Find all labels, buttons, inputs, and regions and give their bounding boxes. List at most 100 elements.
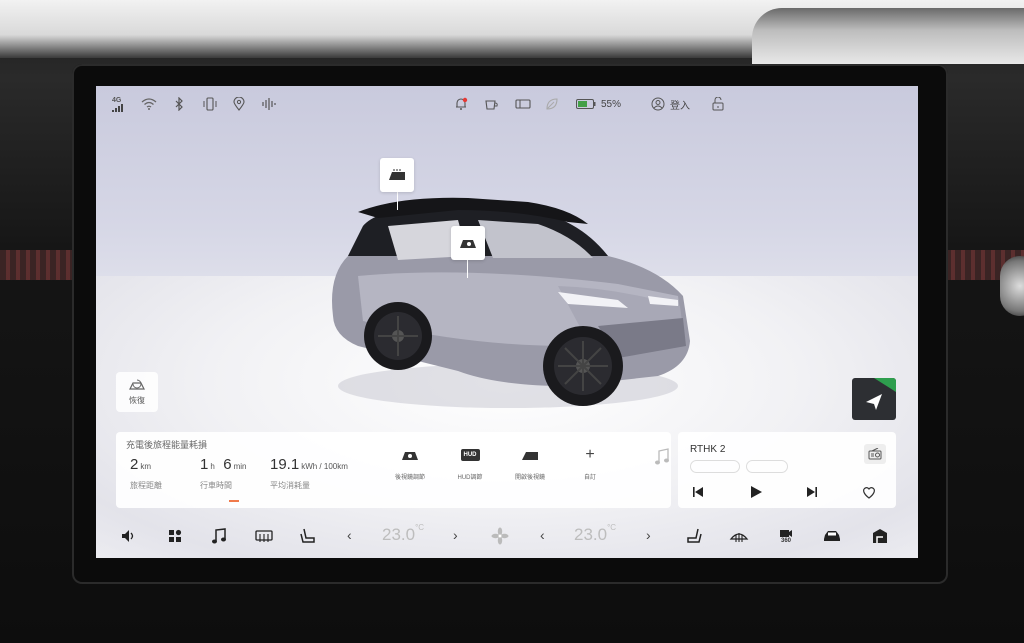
play-icon	[751, 486, 762, 498]
media-tag-pill[interactable]	[690, 460, 740, 473]
previous-icon	[693, 487, 703, 497]
fan-icon[interactable]	[490, 527, 510, 545]
location-icon[interactable]	[233, 96, 245, 112]
consumption-value: 19.1	[270, 456, 300, 473]
passenger-temp-increase[interactable]: ›	[646, 527, 651, 543]
notification-bell-icon[interactable]	[454, 96, 468, 112]
user-icon	[651, 97, 665, 111]
consumption-label: 平均消耗量	[270, 481, 310, 490]
passenger-temp[interactable]: 23.0°C	[574, 523, 617, 545]
trip-title: 充電後旅程能量耗損	[126, 440, 208, 450]
trip-consumption: 19.1 kWh / 100km 平均消耗量	[270, 456, 348, 491]
camera-360-label: 360	[780, 537, 791, 544]
duration-minutes-unit: min	[233, 462, 247, 471]
distance-value: 2	[130, 456, 139, 473]
mirror-fold-icon	[522, 452, 538, 460]
media-card: RTHK 2	[678, 432, 896, 508]
driver-temp-decrease[interactable]: ‹	[347, 527, 352, 543]
trip-duration: 1h 6 min 行車時間	[200, 456, 246, 491]
dashboard-panel	[752, 8, 1024, 64]
custom-label: 自訂	[583, 475, 596, 481]
passenger-temp-unit: °C	[607, 523, 617, 532]
custom-button[interactable]: + 自訂	[560, 446, 620, 481]
seat-heat-right-icon[interactable]	[684, 527, 704, 545]
radio-source-button[interactable]	[864, 444, 886, 464]
dashboard-knob	[1000, 256, 1024, 316]
heart-icon	[863, 486, 875, 499]
volume-icon[interactable]	[120, 527, 138, 545]
next-button[interactable]	[804, 484, 820, 500]
passenger-temp-value: 23.0	[574, 525, 608, 544]
radio-icon	[868, 448, 882, 460]
login-label: 登入	[670, 100, 690, 112]
trip-info-card: 充電後旅程能量耗損 2 km 旅程距離 1h 6 min 行車時間 19.1 kWh …	[116, 432, 671, 508]
leaf-icon[interactable]	[545, 96, 559, 112]
tag-connector	[467, 260, 468, 278]
passenger-temp-decrease[interactable]: ‹	[540, 527, 545, 543]
battery-percent: 55%	[601, 98, 622, 110]
network-type: 4G	[112, 96, 122, 104]
front-defrost-icon[interactable]	[728, 527, 750, 545]
car-reset-icon	[129, 379, 145, 390]
hud-icon: HUD	[460, 449, 480, 461]
battery-indicator[interactable]: 55%	[576, 96, 621, 112]
seat-heat-icon[interactable]	[298, 527, 318, 545]
favorite-button[interactable]	[860, 484, 878, 500]
media-source-pill[interactable]	[746, 460, 788, 473]
play-button[interactable]	[746, 484, 766, 500]
audio-wave-icon[interactable]	[262, 96, 276, 112]
driver-temp-value: 23.0	[382, 525, 416, 544]
mirror-fold-button[interactable]: 開啟後視鏡	[500, 446, 560, 481]
seat-camera-icon[interactable]	[451, 226, 485, 260]
vehicle-3d-model[interactable]	[318, 196, 698, 416]
apps-icon[interactable]	[166, 527, 184, 545]
navigation-arrow-icon	[852, 378, 896, 410]
station-name: RTHK 2	[690, 444, 726, 455]
tag-connector	[397, 192, 398, 210]
mirror-adjust-label: 後視鏡調節	[394, 475, 425, 481]
status-bar: 4G 55% 登入	[96, 86, 918, 122]
driver-temp-unit: °C	[415, 523, 425, 532]
phone-vibrate-icon[interactable]	[202, 96, 218, 112]
camera-360-button[interactable]: 360	[776, 527, 796, 545]
page-indicator	[229, 500, 239, 502]
bluetooth-icon[interactable]	[174, 96, 184, 112]
trip-distance: 2 km 旅程距離	[130, 456, 162, 491]
plus-icon: +	[585, 446, 595, 463]
previous-button[interactable]	[690, 484, 706, 500]
driver-temp[interactable]: 23.0°C	[382, 523, 425, 545]
restore-label: 恢復	[129, 395, 145, 405]
duration-hours-unit: h	[210, 462, 215, 471]
mirror-adjust-button[interactable]: 後視鏡調節	[380, 446, 440, 481]
unlock-icon[interactable]	[711, 96, 725, 112]
hud-adjust-label: HUD調節	[457, 475, 483, 481]
duration-label: 行車時間	[200, 481, 232, 490]
login-button[interactable]: 登入	[651, 96, 690, 112]
wifi-icon[interactable]	[141, 96, 157, 112]
dashboard-vent-left	[0, 250, 75, 280]
rear-defrost-icon[interactable]	[254, 527, 274, 545]
distance-unit: km	[140, 462, 152, 471]
bottom-control-bar: ‹ 23.0°C › ‹ 23.0°C › 360	[96, 514, 918, 558]
driver-temp-increase[interactable]: ›	[453, 527, 458, 543]
rear-window-icon[interactable]	[380, 158, 414, 192]
camera-360-icon	[780, 529, 792, 537]
navigation-button[interactable]	[852, 378, 896, 420]
consumption-unit: kWh / 100km	[301, 462, 348, 471]
home-icon[interactable]	[870, 527, 890, 545]
music-icon[interactable]	[210, 527, 228, 545]
display-icon[interactable]	[515, 96, 531, 112]
distance-label: 旅程距離	[130, 481, 162, 490]
mirror-adjust-icon	[402, 452, 418, 460]
next-icon	[807, 487, 817, 497]
hud-adjust-button[interactable]: HUD HUD調節	[440, 446, 500, 481]
duration-hours: 1	[200, 456, 209, 473]
coffee-cup-icon[interactable]	[484, 96, 500, 112]
battery-icon	[576, 99, 596, 109]
car-icon[interactable]	[822, 527, 842, 545]
duration-minutes: 6	[223, 456, 232, 473]
mirror-fold-label: 開啟後視鏡	[514, 475, 545, 481]
music-note-icon	[654, 448, 670, 471]
infotainment-screen: 4G 55% 登入 恢復 充電後旅程能量耗損 2 km 旅程距離 1 h 6 m…	[96, 86, 918, 558]
restore-view-button[interactable]: 恢復	[116, 372, 158, 412]
